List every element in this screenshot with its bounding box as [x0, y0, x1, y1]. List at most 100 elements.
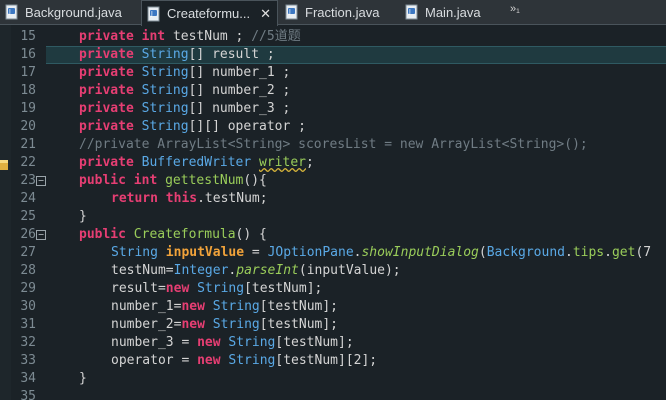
code-line-26: 26 − public Createformula() {	[0, 226, 666, 244]
identifier: [testNum][2];	[275, 353, 378, 368]
identifier: [] number_1 ;	[188, 65, 291, 80]
code-line-28: 28 testNum=Integer.parseInt(inputValue);	[0, 262, 666, 280]
code-line-33: 33 operator = new String[testNum][2];	[0, 352, 666, 370]
code-line-35: 35	[0, 388, 666, 400]
identifier: [] number_3 ;	[188, 101, 291, 116]
type-name: String	[212, 317, 260, 332]
line-number: 19	[20, 101, 36, 116]
identifier: [] result ;	[188, 47, 275, 62]
punctuation: }	[79, 209, 87, 224]
type-name: String	[141, 83, 189, 98]
identifier: [testNum];	[259, 317, 339, 332]
line-number: 27	[20, 245, 36, 260]
identifier: number_2=	[111, 317, 182, 332]
method-name: showInputDialog	[361, 245, 479, 260]
keyword: int	[133, 173, 166, 188]
keyword: int	[141, 29, 173, 44]
type-name: String	[228, 353, 276, 368]
local-variable: inputValue	[165, 245, 245, 260]
code-line-30: 30 number_1=new String[testNum];	[0, 298, 666, 316]
punctuation: (){	[243, 173, 267, 188]
java-file-icon: J	[4, 4, 20, 20]
svg-text:J: J	[150, 10, 153, 17]
java-file-icon: J	[284, 4, 300, 20]
keyword: private	[79, 119, 142, 134]
code-line-18: 18 private String[] number_2 ;	[0, 82, 666, 100]
code-line-19: 19 private String[] number_3 ;	[0, 100, 666, 118]
punctuation: }	[79, 371, 87, 386]
keyword: private	[79, 83, 142, 98]
tab-createformula-java[interactable]: J Createformu... ✕	[141, 0, 278, 26]
tab-label: Fraction.java	[305, 4, 380, 20]
line-number: 29	[20, 281, 36, 296]
svg-text:J: J	[288, 9, 291, 16]
keyword: private	[79, 101, 142, 116]
keyword: public	[79, 227, 134, 242]
keyword: this	[165, 191, 198, 206]
line-number: 34	[20, 371, 36, 386]
line-number: 28	[20, 263, 36, 278]
type-name: String	[111, 245, 166, 260]
svg-text:J: J	[408, 9, 411, 16]
code-line-21: 21 //private ArrayList<String> scoresLis…	[0, 136, 666, 154]
tab-fraction-java[interactable]: J Fraction.java	[280, 0, 395, 24]
code-line-15: 15 private int testNum ; //5道题	[0, 28, 666, 46]
keyword: new	[197, 353, 229, 368]
identifier: [testNum];	[275, 335, 354, 350]
more-tabs-chevron-icon[interactable]: »₁	[510, 3, 520, 15]
code-line-31: 31 number_2=new String[testNum];	[0, 316, 666, 334]
type-name: Integer	[173, 263, 229, 278]
code-line-29: 29 result=new String[testNum];	[0, 280, 666, 298]
close-icon[interactable]: ✕	[260, 6, 271, 22]
field-name: writer	[259, 155, 306, 170]
identifier: number_3 =	[111, 335, 198, 350]
operator: =	[244, 245, 268, 260]
line-number: 24	[20, 191, 36, 206]
type-name: Background	[486, 245, 565, 260]
code-line-23: 23 − public int gettestNum(){	[0, 172, 666, 190]
method-name: get	[611, 245, 636, 260]
method-name: gettestNum	[165, 173, 244, 188]
line-number: 35	[20, 389, 36, 400]
svg-text:J: J	[8, 9, 11, 16]
fold-collapse-icon[interactable]: −	[36, 230, 46, 240]
identifier: [testNum];	[259, 299, 339, 314]
line-number: 30	[20, 299, 36, 314]
line-number: 17	[20, 65, 36, 80]
punctuation: (7	[635, 245, 652, 260]
line-number: 16	[20, 47, 36, 62]
code-line-25: 25 }	[0, 208, 666, 226]
tab-label: Main.java	[425, 4, 481, 20]
type-name: String	[141, 65, 189, 80]
identifier: result=	[111, 281, 166, 296]
code-line-16: 16 private String[] result ;	[0, 46, 666, 64]
tab-main-java[interactable]: J Main.java	[400, 0, 505, 24]
fold-collapse-icon[interactable]: −	[36, 176, 46, 186]
punctuation: ;	[306, 155, 314, 170]
constructor-name: Createformula	[133, 227, 236, 242]
field-name: tips	[572, 245, 605, 260]
code-line-32: 32 number_3 = new String[testNum];	[0, 334, 666, 352]
tab-label: Background.java	[25, 4, 122, 20]
line-number: 32	[20, 335, 36, 350]
identifier: testNum=	[111, 263, 174, 278]
code-line-17: 17 private String[] number_1 ;	[0, 64, 666, 82]
punctuation: .	[604, 245, 612, 260]
keyword: private	[79, 29, 142, 44]
identifier: number_1=	[111, 299, 182, 314]
type-name: BufferedWriter	[141, 155, 260, 170]
warning-marker-icon[interactable]	[0, 156, 9, 170]
type-name: String	[141, 101, 189, 116]
keyword: public	[79, 173, 134, 188]
editor-tab-bar: J Background.java J Createformu... ✕ J F…	[0, 0, 666, 26]
line-number: 18	[20, 83, 36, 98]
keyword: new	[165, 281, 198, 296]
keyword: return	[111, 191, 166, 206]
tab-background-java[interactable]: J Background.java	[0, 0, 138, 24]
identifier: operator =	[111, 353, 198, 368]
punctuation: (	[478, 245, 487, 260]
line-number: 15	[20, 29, 36, 44]
code-line-24: 24 return this.testNum;	[0, 190, 666, 208]
identifier: .testNum;	[197, 191, 268, 206]
type-name: JOptionPane	[267, 245, 354, 260]
